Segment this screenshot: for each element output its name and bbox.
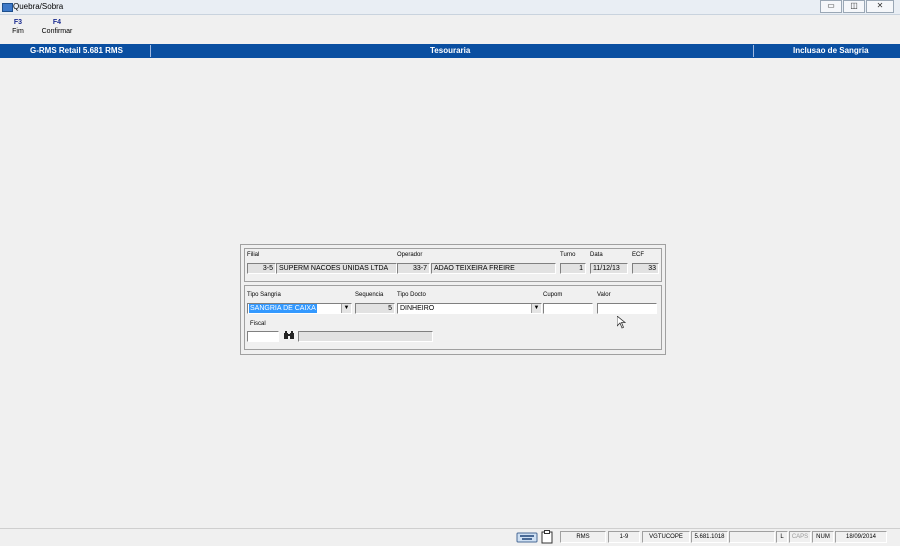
valor-input[interactable] bbox=[597, 303, 657, 314]
operador-name-field: ADAO TEIXEIRA FREIRE bbox=[431, 263, 556, 274]
operador-code-field: 33-7 bbox=[397, 263, 430, 274]
confirmar-key: F4 bbox=[52, 19, 62, 26]
status-num: NUM bbox=[812, 531, 834, 543]
status-l: L bbox=[776, 531, 788, 543]
tipo-sangria-label: Tipo Sangria bbox=[247, 292, 281, 298]
data-field: 11/12/13 bbox=[590, 263, 628, 274]
turno-field: 1 bbox=[560, 263, 586, 274]
window-controls: ▭ ◫ ✕ bbox=[819, 0, 894, 13]
sangria-details-group: Tipo Sangria SANGRIA DE CAIXA ▼ Sequenci… bbox=[244, 285, 662, 350]
fim-label: Fim bbox=[12, 28, 24, 35]
fiscal-name-field bbox=[298, 331, 433, 342]
sequencia-field: 5 bbox=[355, 303, 395, 314]
cupom-label: Cupom bbox=[543, 292, 563, 298]
tipo-docto-select[interactable]: DINHEIRO ▼ bbox=[397, 303, 542, 314]
header-info-group: Filial 3-5 SUPERM NACOES UNIDAS LTDA Ope… bbox=[244, 248, 662, 282]
status-date: 18/09/2014 bbox=[835, 531, 887, 543]
tipo-sangria-select[interactable]: SANGRIA DE CAIXA ▼ bbox=[247, 303, 352, 314]
status-blank bbox=[729, 531, 775, 543]
filial-code-field: 3-5 bbox=[247, 263, 276, 274]
sangria-form: Filial 3-5 SUPERM NACOES UNIDAS LTDA Ope… bbox=[240, 244, 666, 355]
header-divider bbox=[150, 45, 151, 57]
data-label: Data bbox=[590, 252, 603, 258]
valor-label: Valor bbox=[597, 292, 611, 298]
status-system: RMS bbox=[560, 531, 606, 543]
fim-key: F3 bbox=[13, 19, 23, 26]
status-version-code: 1-9 bbox=[608, 531, 640, 543]
confirmar-label: Confirmar bbox=[41, 28, 73, 35]
status-build: 5.681.1018 bbox=[691, 531, 728, 543]
fiscal-label: Fiscal bbox=[250, 321, 266, 327]
restore-button[interactable]: ◫ bbox=[843, 0, 865, 13]
binoculars-icon[interactable] bbox=[283, 331, 295, 342]
sequencia-label: Sequencia bbox=[355, 292, 384, 298]
keyboard-icon bbox=[516, 530, 538, 544]
header-bar: G-RMS Retail 5.681 RMS Tesouraria Inclus… bbox=[0, 44, 900, 58]
tipo-docto-label: Tipo Docto bbox=[397, 292, 426, 298]
tipo-sangria-value: SANGRIA DE CAIXA bbox=[249, 304, 317, 313]
tipo-docto-value: DINHEIRO bbox=[400, 305, 435, 312]
clipboard-icon bbox=[541, 530, 555, 544]
close-button[interactable]: ✕ bbox=[866, 0, 894, 13]
cupom-input[interactable] bbox=[543, 303, 593, 314]
app-name: G-RMS Retail 5.681 RMS bbox=[30, 46, 123, 55]
fim-button[interactable]: F3 Fim bbox=[10, 19, 26, 35]
screen-name: Inclusao de Sangria bbox=[793, 46, 869, 55]
ecf-label: ECF bbox=[632, 252, 644, 258]
header-divider bbox=[753, 45, 754, 57]
chevron-down-icon[interactable]: ▼ bbox=[341, 304, 351, 313]
filial-name-field: SUPERM NACOES UNIDAS LTDA bbox=[276, 263, 397, 274]
turno-label: Turno bbox=[560, 252, 576, 258]
status-caps: CAPS bbox=[789, 531, 811, 543]
operador-label: Operador bbox=[397, 252, 423, 258]
window-title: Quebra/Sobra bbox=[13, 2, 64, 11]
module-name: Tesouraria bbox=[430, 46, 471, 55]
chevron-down-icon[interactable]: ▼ bbox=[531, 304, 541, 313]
mouse-cursor-icon bbox=[616, 315, 627, 332]
minimize-button[interactable]: ▭ bbox=[820, 0, 842, 13]
ecf-field: 33 bbox=[632, 263, 659, 274]
binoculars-icon-glyph bbox=[284, 331, 294, 339]
toolbar: F3 Fim F4 Confirmar bbox=[0, 15, 900, 44]
filial-label: Filial bbox=[247, 252, 260, 258]
title-bar: Quebra/Sobra ▭ ◫ ✕ bbox=[0, 0, 900, 15]
status-bar: RMS 1-9 VGTUCOPE 5.681.1018 L CAPS NUM 1… bbox=[0, 528, 900, 546]
status-program: VGTUCOPE bbox=[642, 531, 690, 543]
confirmar-button[interactable]: F4 Confirmar bbox=[38, 19, 76, 35]
app-icon bbox=[2, 3, 13, 12]
fiscal-input[interactable] bbox=[247, 331, 279, 342]
